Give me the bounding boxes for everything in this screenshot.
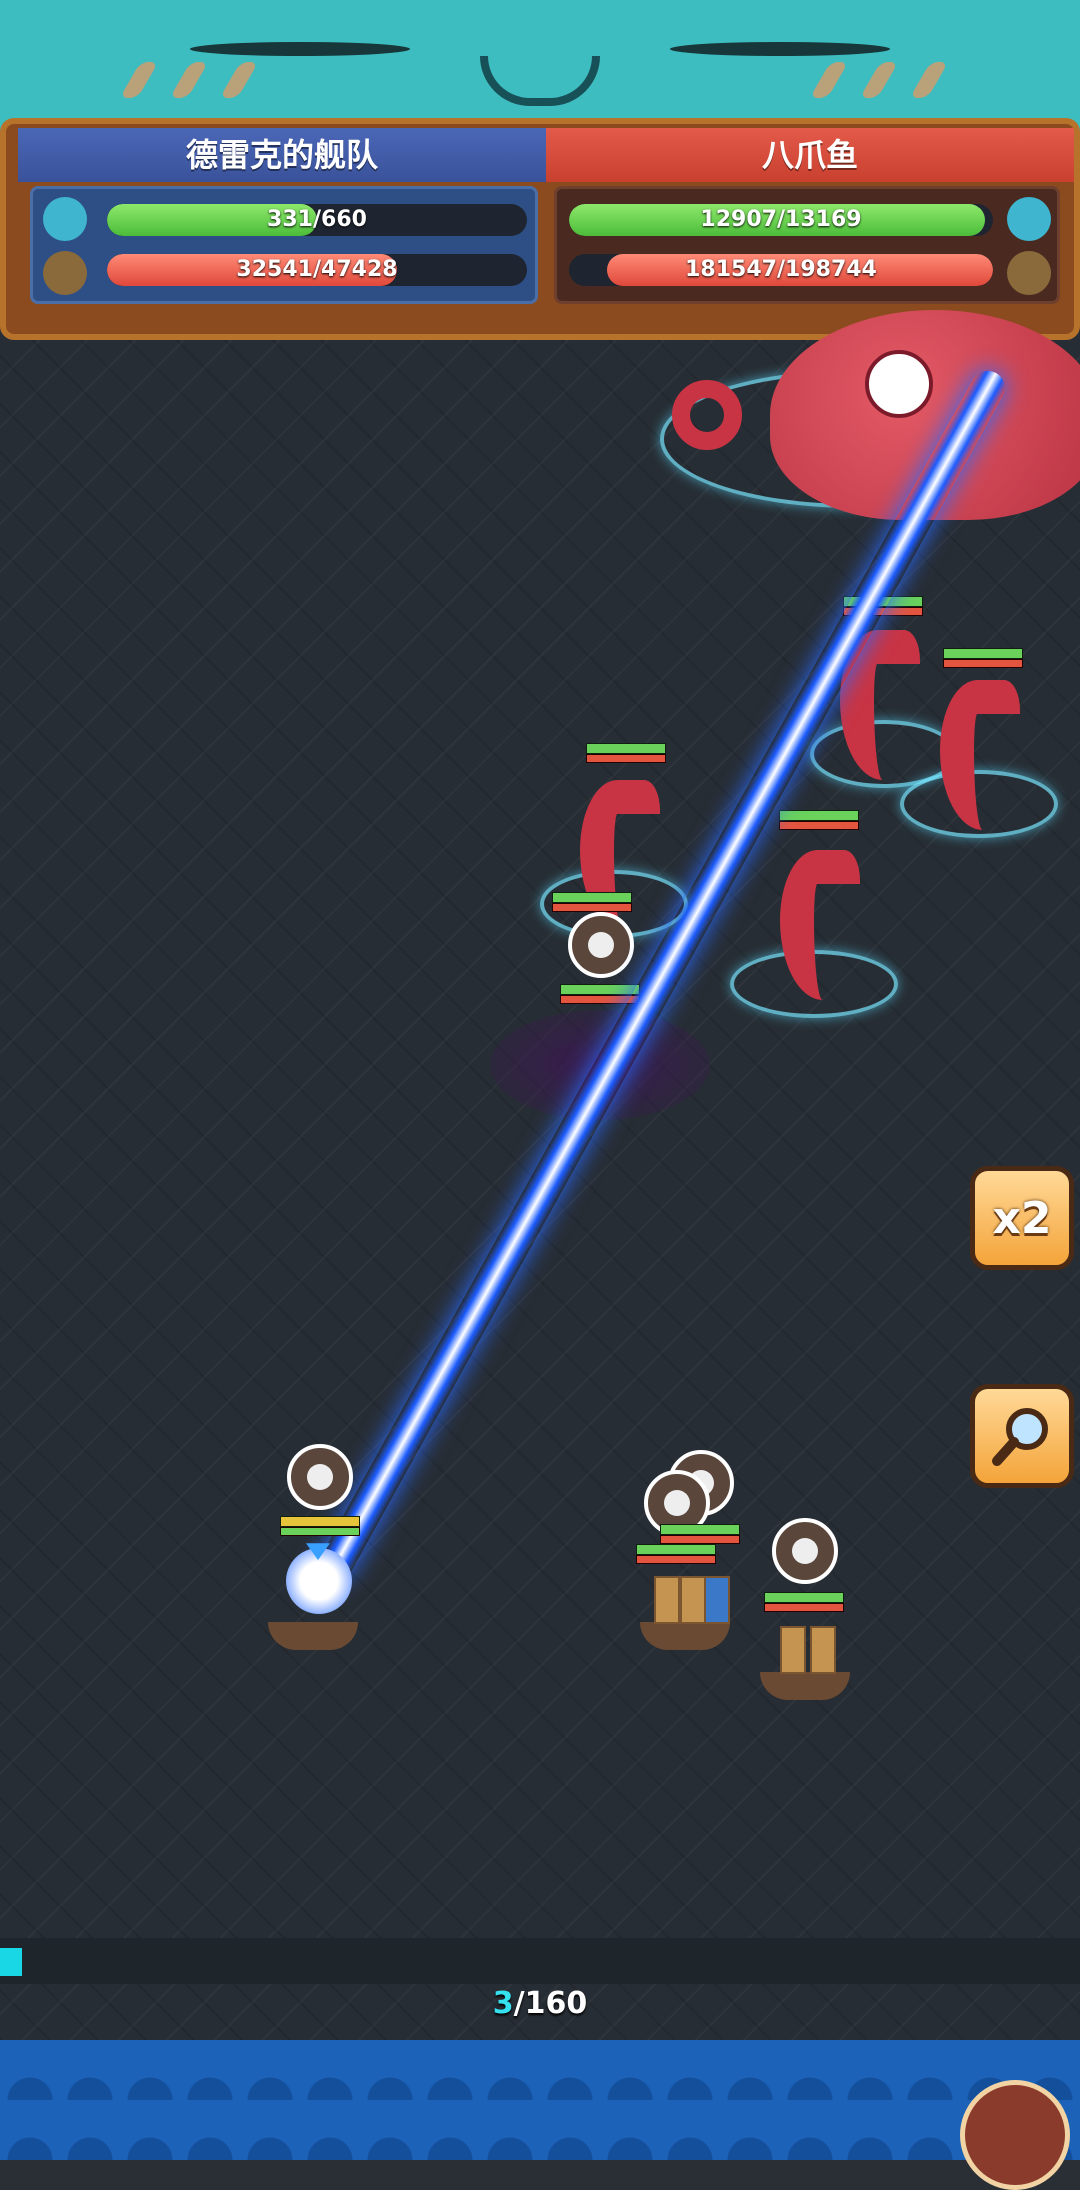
enemy-crew-max: 13169 [785,207,862,232]
ship-hp-bar [280,1516,360,1536]
right-eyebrow [670,42,890,56]
separator: / [312,257,322,282]
octopus-eye [865,350,933,418]
wave-counter: 3/160 [0,1982,1080,2026]
octopus-arm [672,380,742,450]
tentacle-hp-bar [943,648,1023,668]
separator: / [312,207,322,232]
speed-label: x2 [992,1192,1052,1244]
player-crew-max: 660 [321,207,367,232]
wave-current: 3 [492,1986,514,2021]
cheek-mark [169,62,209,98]
enemy-crew-text: 12907/13169 [569,204,993,236]
boss-face-banner [0,0,1080,136]
ship-hp-bar [764,1592,844,1612]
player-ship-current: 32541 [236,257,313,282]
separator: / [776,207,786,232]
wave-progress-fill [0,1948,22,1976]
enemy-crew-current: 12907 [700,207,777,232]
enemy-stats-panel: 12907/13169 181547/198744 [554,186,1060,304]
enemy-ship-max: 198744 [785,257,877,282]
cheek-mark [859,62,899,98]
ship-hp-bar [636,1544,716,1564]
player-ship-text: 32541/47428 [107,254,527,286]
wave-total: 160 [524,1986,588,2021]
player-crew-text: 331/660 [107,204,527,236]
speed-toggle-button[interactable]: x2 [970,1166,1074,1270]
inspect-button[interactable] [970,1384,1074,1488]
player-ship-max: 47428 [321,257,398,282]
player-ship-bar: 32541/47428 [107,254,527,286]
ship-wheel-icon [1007,251,1051,295]
magnifier-icon [992,1408,1048,1466]
enemy-ship-current: 181547 [685,257,777,282]
player-fleet-name: 德雷克的舰队 [18,128,546,182]
cheek-mark [809,62,849,98]
player-ship[interactable] [640,1570,730,1650]
player-ship[interactable] [760,1620,850,1700]
wave-progress-bar [0,1938,1080,1984]
skill-icon [568,912,634,978]
enemy-ship-bar: 181547/198744 [569,254,993,286]
player-ship[interactable] [268,1570,358,1650]
cheek-mark [119,62,159,98]
boss-mouth [480,56,600,106]
player-crew-current: 331 [267,207,313,232]
cheek-mark [909,62,949,98]
skill-icon [772,1518,838,1584]
captain-avatar[interactable] [960,2080,1070,2190]
sailor-icon [43,197,87,241]
battle-status-header: 德雷克的舰队 八爪鱼 331/660 32541/47428 12907/131… [0,118,1080,340]
enemy-ship-text: 181547/198744 [569,254,993,286]
enemy-name: 八爪鱼 [546,128,1074,182]
unit-hp-bar [552,892,632,912]
skill-icon [287,1444,353,1510]
wave-separator: / [513,1986,525,2021]
separator: / [776,257,786,282]
enemy-crew-bar: 12907/13169 [569,204,993,236]
left-eyebrow [190,42,410,56]
sailor-icon [1007,197,1051,241]
bottom-waves [0,2040,1080,2160]
player-crew-bar: 331/660 [107,204,527,236]
tentacle-hp-bar [779,810,859,830]
tentacle-hp-bar [586,743,666,763]
cheek-mark [219,62,259,98]
player-stats-panel: 331/660 32541/47428 [30,186,538,304]
ship-hp-bar [660,1524,740,1544]
ship-wheel-icon [43,251,87,295]
